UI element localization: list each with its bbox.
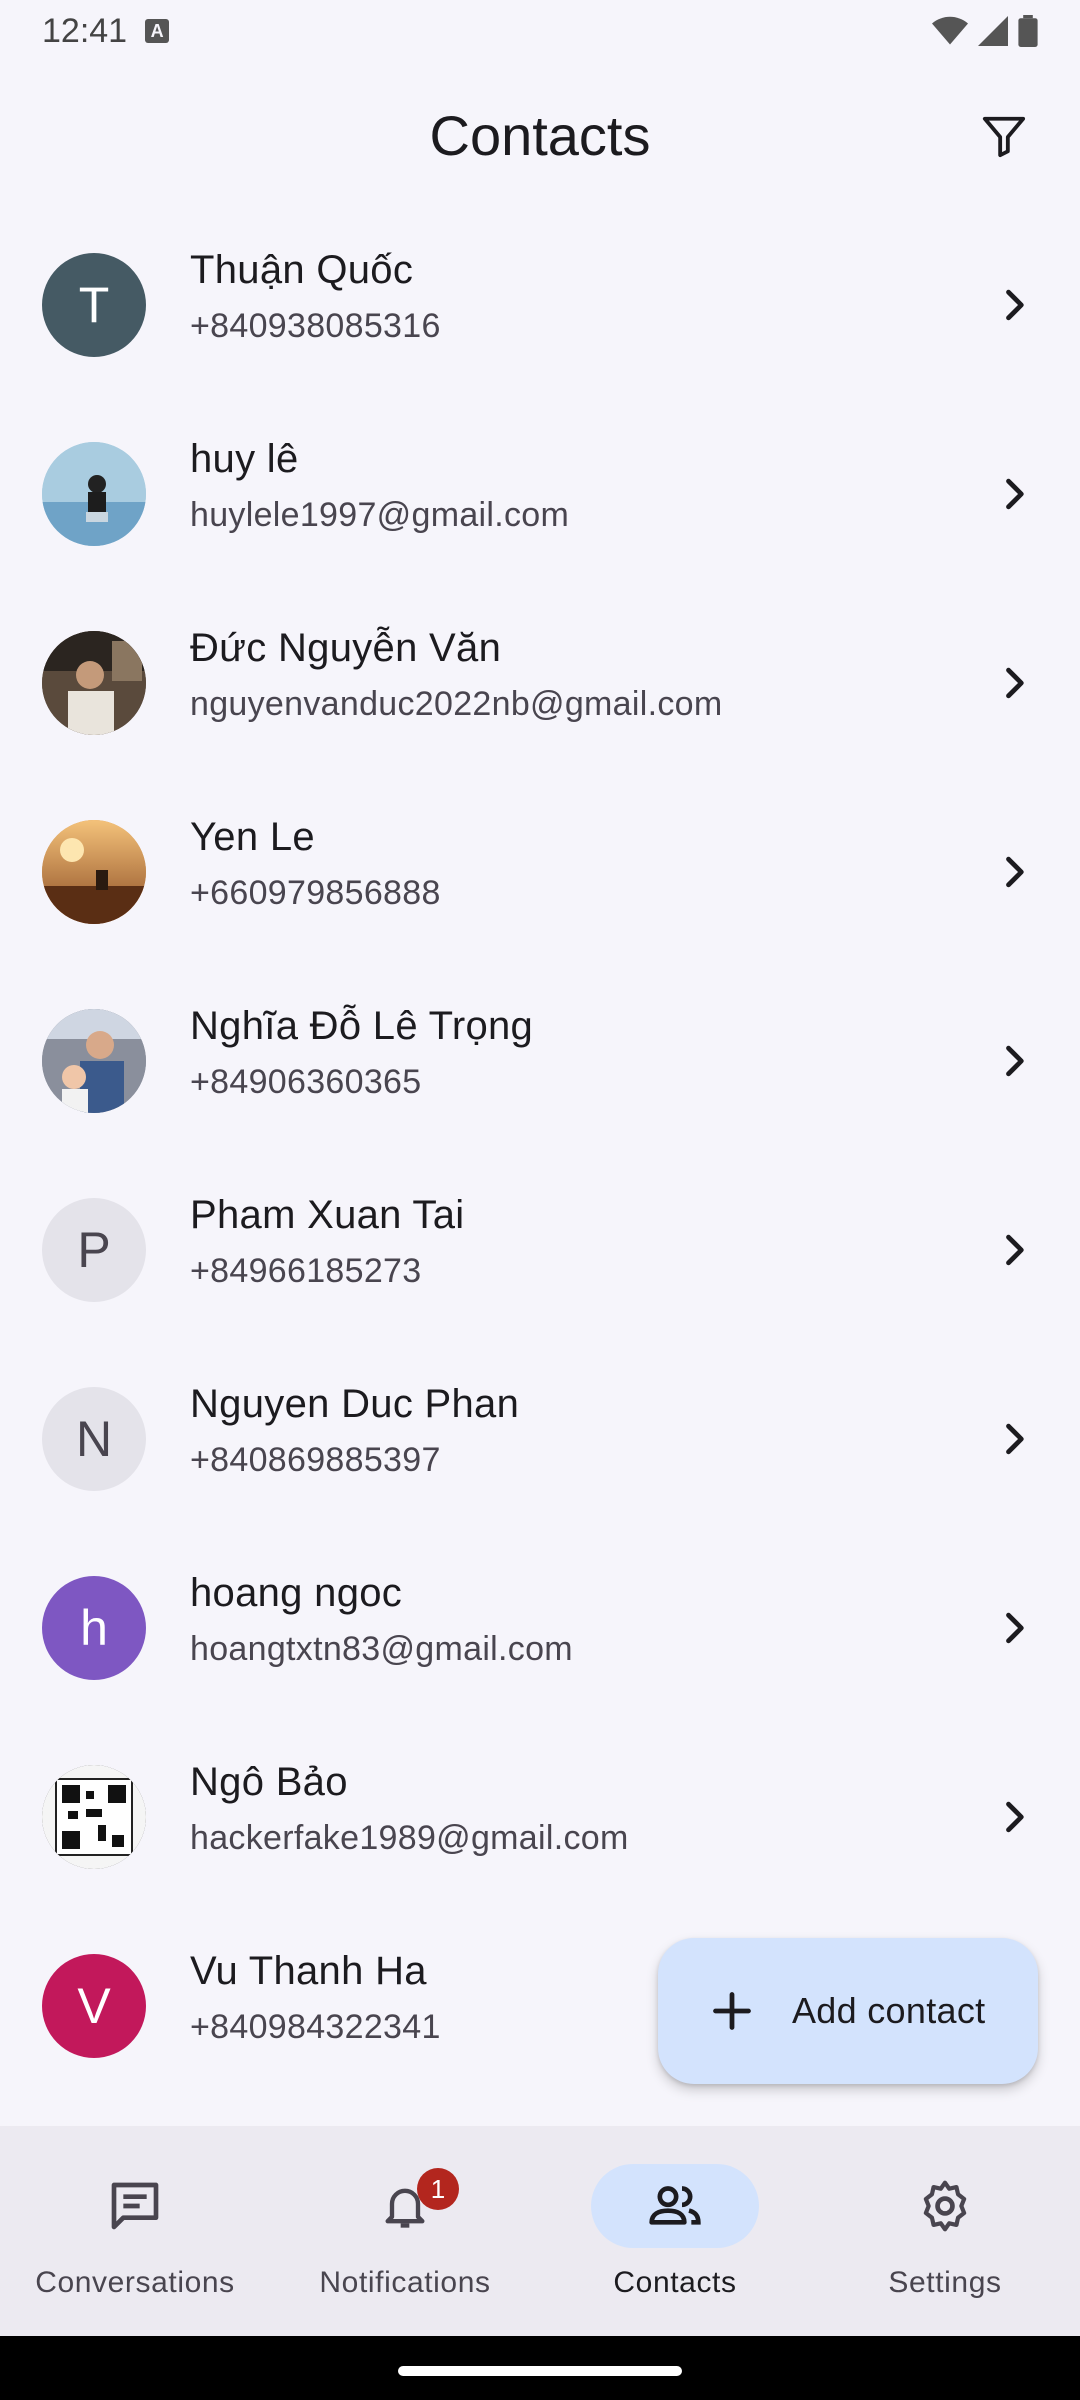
contact-row[interactable]: huy lê huylele1997@gmail.com xyxy=(0,399,1080,588)
contact-photo-avatar xyxy=(42,1008,146,1113)
contact-name: Yen Le xyxy=(190,815,315,859)
avatar-initial: T xyxy=(78,276,110,333)
chat-icon xyxy=(107,2178,163,2234)
filter-button[interactable] xyxy=(974,106,1034,166)
contact-photo-avatar xyxy=(42,819,146,924)
gear-icon xyxy=(917,2178,973,2234)
chevron-right-icon xyxy=(992,1795,1036,1839)
nav-label: Notifications xyxy=(319,2266,491,2299)
filter-icon xyxy=(982,116,1026,158)
people-icon xyxy=(647,2178,703,2234)
contact-initial-avatar: T xyxy=(42,252,146,357)
status-icons xyxy=(932,15,1038,47)
contact-row[interactable]: Yen Le +660979856888 xyxy=(0,777,1080,966)
contact-name: Ngô Bảo xyxy=(190,1760,348,1804)
contact-text: Đức Nguyễn Văn nguyenvanduc2022nb@gmail.c… xyxy=(190,626,722,724)
bottom-navigation: Conversations 1 Notifications Contacts Setti… xyxy=(0,2126,1080,2336)
chevron-right-icon xyxy=(992,1417,1036,1461)
avatar-initial: P xyxy=(77,1221,111,1278)
gesture-navigation-area xyxy=(0,2336,1080,2400)
contact-row[interactable]: Đức Nguyễn Văn nguyenvanduc2022nb@gmail.c… xyxy=(0,588,1080,777)
notification-app-icon: A xyxy=(145,19,170,43)
contact-detail: +84966185273 xyxy=(190,1252,422,1290)
chevron-right-icon xyxy=(992,1039,1036,1083)
chevron-right-icon xyxy=(992,1606,1036,1650)
app-bar: Contacts xyxy=(0,62,1080,208)
contact-detail: +840869885397 xyxy=(190,1441,441,1479)
avatar-initial: V xyxy=(77,1977,111,2034)
contact-text: Nghĩa Đỗ Lê Trọng +84906360365 xyxy=(190,1004,533,1102)
contact-name: Đức Nguyễn Văn xyxy=(190,626,502,670)
contact-name: Nguyen Duc Phan xyxy=(190,1382,520,1426)
contact-initial-avatar: V xyxy=(42,1953,146,2058)
contact-name: Pham Xuan Tai xyxy=(190,1193,465,1237)
contact-row[interactable]: Nghĩa Đỗ Lê Trọng +84906360365 xyxy=(0,966,1080,1155)
chevron-right-icon xyxy=(992,1228,1036,1272)
chevron-right-icon xyxy=(992,472,1036,516)
status-time: 12:41 xyxy=(42,11,128,50)
plus-icon xyxy=(713,1992,751,2030)
contact-text: Nguyen Duc Phan +840869885397 xyxy=(190,1382,519,1480)
add-contact-label: Add contact xyxy=(792,1990,986,2031)
nav-indicator xyxy=(861,2164,1029,2248)
contact-detail: +840984322341 xyxy=(190,2008,441,2046)
contact-initial-avatar: P xyxy=(42,1197,146,1302)
contact-detail: +84906360365 xyxy=(190,1063,422,1101)
contact-text: hoang ngoc hoangtxtn83@gmail.com xyxy=(190,1571,573,1669)
contact-text: Thuận Quốc +840938085316 xyxy=(190,248,441,346)
notification-badge: 1 xyxy=(417,2168,459,2210)
contact-photo-avatar xyxy=(42,441,146,546)
gesture-handle[interactable] xyxy=(398,2366,682,2376)
contact-row[interactable]: P Pham Xuan Tai +84966185273 xyxy=(0,1155,1080,1344)
contact-row[interactable]: h hoang ngoc hoangtxtn83@gmail.com xyxy=(0,1533,1080,1722)
nav-label: Contacts xyxy=(613,2266,737,2299)
nav-indicator xyxy=(591,2164,759,2248)
contact-row[interactable]: N Nguyen Duc Phan +840869885397 xyxy=(0,1344,1080,1533)
contact-detail: hoangtxtn83@gmail.com xyxy=(190,1630,573,1668)
contact-text: Vu Thanh Ha +840984322341 xyxy=(190,1949,441,2047)
chevron-right-icon xyxy=(992,283,1036,327)
wifi-icon xyxy=(932,16,968,45)
nav-indicator: 1 xyxy=(321,2164,489,2248)
contact-list: T Thuận Quốc +840938085316 huy lê huylele199… xyxy=(0,210,1080,2100)
contact-detail: nguyenvanduc2022nb@gmail.com xyxy=(190,685,723,723)
contact-text: Ngô Bảo hackerfake1989@gmail.com xyxy=(190,1760,629,1858)
contact-name: hoang ngoc xyxy=(190,1571,403,1615)
chevron-right-icon xyxy=(992,850,1036,894)
contact-row[interactable]: T Thuận Quốc +840938085316 xyxy=(0,210,1080,399)
nav-label: Conversations xyxy=(35,2266,235,2299)
page-title: Contacts xyxy=(429,103,651,167)
contact-initial-avatar: h xyxy=(42,1575,146,1680)
contact-name: Thuận Quốc xyxy=(190,248,414,292)
contact-photo-avatar xyxy=(42,630,146,735)
contact-detail: +840938085316 xyxy=(190,307,441,345)
contact-name: Vu Thanh Ha xyxy=(190,1949,427,1993)
contact-row[interactable]: Ngô Bảo hackerfake1989@gmail.com xyxy=(0,1722,1080,1911)
contact-detail: +660979856888 xyxy=(190,874,441,912)
contact-initial-avatar: N xyxy=(42,1386,146,1491)
contact-text: Pham Xuan Tai +84966185273 xyxy=(190,1193,464,1291)
contact-name: huy lê xyxy=(190,437,299,481)
nav-item-settings[interactable]: Settings xyxy=(810,2126,1080,2336)
chevron-right-icon xyxy=(992,661,1036,705)
nav-item-conversations[interactable]: Conversations xyxy=(0,2126,270,2336)
add-contact-button[interactable]: Add contact xyxy=(658,1938,1038,2084)
signal-icon xyxy=(978,16,1008,46)
contact-detail: huylele1997@gmail.com xyxy=(190,496,570,534)
contact-text: Yen Le +660979856888 xyxy=(190,815,441,913)
nav-item-notifications[interactable]: 1 Notifications xyxy=(270,2126,540,2336)
contact-photo-avatar xyxy=(42,1764,146,1869)
contact-name: Nghĩa Đỗ Lê Trọng xyxy=(190,1004,534,1048)
nav-indicator xyxy=(51,2164,219,2248)
contact-text: huy lê huylele1997@gmail.com xyxy=(190,437,569,535)
battery-icon xyxy=(1018,15,1038,47)
contact-detail: hackerfake1989@gmail.com xyxy=(190,1819,629,1857)
avatar-initial: h xyxy=(80,1599,108,1656)
avatar-initial: N xyxy=(75,1410,113,1467)
nav-label: Settings xyxy=(888,2266,1002,2299)
status-bar: 12:41 A xyxy=(0,0,1080,62)
nav-item-contacts[interactable]: Contacts xyxy=(540,2126,810,2336)
